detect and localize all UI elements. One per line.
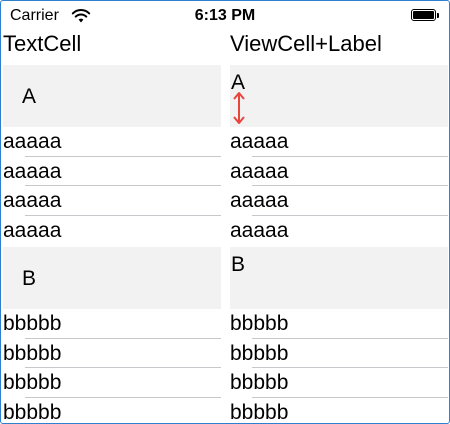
list-item[interactable]: bbbbb: [3, 309, 221, 339]
list-item[interactable]: aaaaa: [3, 157, 221, 186]
list-item[interactable]: bbbbb: [3, 339, 221, 368]
list-item[interactable]: bbbbb: [230, 309, 448, 339]
column-title-textcell: TextCell: [3, 31, 82, 56]
battery-icon: [411, 9, 441, 23]
viewcell-list[interactable]: ViewCell+Label A aaaaa aaaaa aaaaa aaaaa…: [230, 31, 448, 424]
list-item[interactable]: bbbbb: [230, 339, 448, 368]
list-item[interactable]: aaaaa: [230, 157, 448, 186]
section-header-a: A: [230, 65, 448, 127]
app-window: Carrier 6:13 PM TextCell A aaaaa aaaaa a…: [0, 0, 450, 424]
section-header-label: B: [231, 253, 246, 276]
column-title-viewcell: ViewCell+Label: [230, 31, 382, 56]
status-time: 6:13 PM: [194, 7, 256, 24]
section-header-b: B: [230, 247, 448, 309]
list-item[interactable]: aaaaa: [230, 216, 448, 246]
section-header-a: A: [3, 65, 221, 127]
list-item[interactable]: aaaaa: [230, 186, 448, 216]
textcell-list[interactable]: TextCell A aaaaa aaaaa aaaaa aaaaa B bbb…: [3, 31, 221, 424]
vertical-resize-arrow-icon: [233, 92, 245, 124]
list-item[interactable]: aaaaa: [3, 186, 221, 216]
list-item[interactable]: bbbbb: [230, 368, 448, 398]
list-item[interactable]: bbbbb: [3, 368, 221, 398]
list-item[interactable]: bbbbb: [3, 398, 221, 424]
list-item[interactable]: bbbbb: [230, 398, 448, 424]
list-item[interactable]: aaaaa: [230, 127, 448, 157]
status-bar: Carrier 6:13 PM: [1, 1, 449, 31]
list-item[interactable]: aaaaa: [3, 216, 221, 246]
list-item[interactable]: aaaaa: [3, 127, 221, 157]
section-header-label: B: [22, 267, 37, 290]
section-header-b: B: [3, 247, 221, 309]
section-header-label: A: [22, 85, 37, 108]
